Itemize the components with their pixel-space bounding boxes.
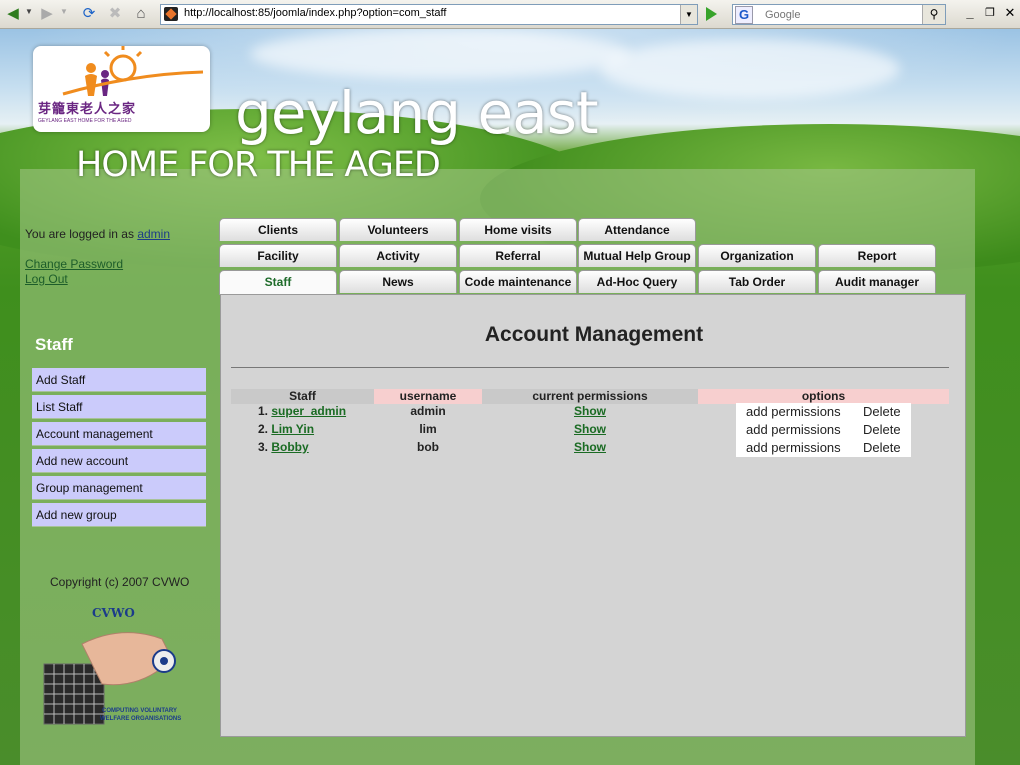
copyright-text: Copyright (c) 2007 CVWO [50,575,190,589]
tab-audit-manager[interactable]: Audit manager [818,270,936,293]
back-icon[interactable]: ◀ [4,4,22,24]
address-bar[interactable]: http://localhost:85/joomla/index.php?opt… [160,4,698,25]
row-number: 1. [258,404,269,418]
username-link[interactable]: admin [137,227,170,241]
options-cell: add permissions Delete [736,439,911,457]
search-magnifier-icon[interactable]: ⚲ [922,5,945,24]
show-permissions-link[interactable]: Show [574,404,606,418]
restore-icon[interactable]: ❐ [982,5,998,21]
staff-link[interactable]: Bobby [271,440,308,454]
table-row: 3. Bobby [258,438,309,456]
table-row: 2. Lim Yin [258,420,314,438]
delete-button[interactable]: Delete [863,421,901,439]
row-number: 3. [258,440,269,454]
tab-tab-order[interactable]: Tab Order [698,270,816,293]
main-content: Account Management Staff username curren… [220,294,966,737]
url-text: http://localhost:85/joomla/index.php?opt… [184,7,447,19]
sidebar-title: Staff [35,335,73,354]
browser-toolbar: ◀ ▼ ▶ ▼ ⟳ ✖ ⌂ http://localhost:85/joomla… [0,0,1020,29]
permissions-cell: Show [482,438,698,456]
row-number: 2. [258,422,269,436]
home-logo[interactable]: 芽籠東老人之家 GEYLANG EAST HOME FOR THE AGED [33,46,210,132]
show-permissions-link[interactable]: Show [574,440,606,454]
login-prefix: You are logged in as [25,227,134,241]
tab-ad-hoc-query[interactable]: Ad-Hoc Query [578,270,696,293]
delete-button[interactable]: Delete [863,439,901,457]
logo-chinese-text: 芽籠東老人之家 [38,101,137,116]
stop-icon[interactable]: ✖ [106,4,124,24]
header-options: options [698,389,949,404]
cvwo-logo: CVWO COMPUTING VOLUNTARY WELFARE ORGANIS… [42,604,197,729]
google-icon[interactable]: G [735,6,753,24]
logo-figures-icon [62,46,204,96]
back-dropdown-icon[interactable]: ▼ [25,7,33,16]
tab-volunteers[interactable]: Volunteers [339,218,457,241]
cvwo-caption-2: WELFARE ORGANISATIONS [100,716,182,722]
add-permissions-button[interactable]: add permissions [746,421,841,439]
page-background: 芽籠東老人之家 GEYLANG EAST HOME FOR THE AGED g… [0,29,1020,765]
tab-news[interactable]: News [339,270,457,293]
go-icon[interactable] [700,5,720,23]
close-icon[interactable]: ✕ [1002,5,1018,21]
permissions-cell: Show [482,402,698,420]
search-input[interactable] [763,5,923,24]
delete-button[interactable]: Delete [863,403,901,421]
sidebar-item-add-new-group[interactable]: Add new group [32,503,206,527]
tab-attendance[interactable]: Attendance [578,218,696,241]
logo-english-text: GEYLANG EAST HOME FOR THE AGED [38,118,132,124]
sidebar-item-account-management[interactable]: Account management [32,422,206,446]
add-permissions-button[interactable]: add permissions [746,403,841,421]
sidebar-item-list-staff[interactable]: List Staff [32,395,206,419]
joomla-favicon-icon [164,7,178,21]
home-icon[interactable]: ⌂ [132,4,150,24]
tab-home-visits[interactable]: Home visits [459,218,577,241]
username-cell: bob [417,440,439,454]
minimize-icon[interactable]: _ [962,5,978,21]
username-cell: admin [410,404,446,418]
cvwo-caption-1: COMPUTING VOLUNTARY [102,708,177,714]
page-title: Account Management [484,323,704,346]
tab-code-maintenance[interactable]: Code maintenance [459,270,577,293]
forward-dropdown-icon[interactable]: ▼ [60,7,68,16]
tab-activity[interactable]: Activity [339,244,457,267]
search-bar: G ⚲ [732,4,946,25]
sidebar-item-add-staff[interactable]: Add Staff [32,368,206,392]
url-history-dropdown-icon[interactable]: ▼ [680,5,697,24]
tab-mutual-help-group[interactable]: Mutual Help Group [578,244,696,267]
add-permissions-button[interactable]: add permissions [746,439,841,457]
tab-referral[interactable]: Referral [459,244,577,267]
login-status: You are logged in as admin [25,227,170,241]
options-cell: add permissions Delete [736,403,911,421]
username-cell: lim [419,422,437,436]
options-cell: add permissions Delete [736,421,911,439]
forward-icon[interactable]: ▶ [38,4,56,24]
permissions-cell: Show [482,420,698,438]
title-divider [231,367,949,368]
tab-facility[interactable]: Facility [219,244,337,267]
change-password-link[interactable]: Change Password [25,257,123,271]
site-title: geylang east [235,79,599,147]
tab-clients[interactable]: Clients [219,218,337,241]
cvwo-logo-text: CVWO [92,606,135,620]
cloud-decoration [600,39,900,99]
show-permissions-link[interactable]: Show [574,422,606,436]
sidebar-item-group-management[interactable]: Group management [32,476,206,500]
table-row: 1. super_admin [258,402,346,420]
tab-organization[interactable]: Organization [698,244,816,267]
staff-link[interactable]: Lim Yin [271,422,314,436]
log-out-link[interactable]: Log Out [25,272,68,286]
reload-icon[interactable]: ⟳ [80,4,98,24]
site-subtitle: HOME FOR THE AGED [76,145,441,185]
tab-staff[interactable]: Staff [219,270,337,295]
tab-report[interactable]: Report [818,244,936,267]
sidebar-item-add-new-account[interactable]: Add new account [32,449,206,473]
staff-link[interactable]: super_admin [271,404,346,418]
cloud-decoration [250,29,630,79]
